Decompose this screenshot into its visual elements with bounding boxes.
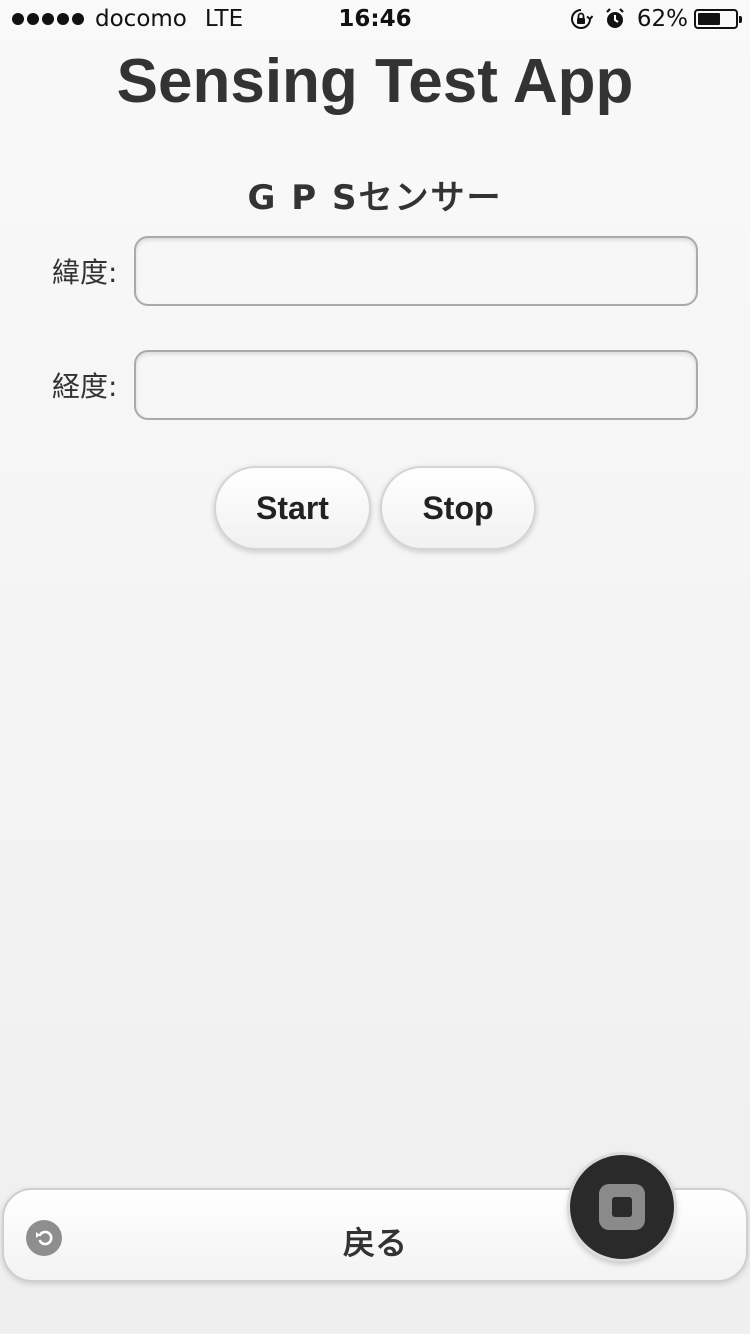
latitude-row: 緯度: [52,234,698,308]
start-button[interactable]: Start [214,466,371,550]
stop-icon [599,1184,645,1230]
alarm-icon [603,7,627,31]
latitude-input[interactable] [134,236,698,306]
stop-fab-button[interactable] [570,1155,674,1259]
longitude-row: 経度: [52,348,698,422]
status-right: 62% [569,6,742,32]
gps-section-title: G P Sセンサー [247,178,503,218]
orientation-lock-icon [569,7,593,31]
longitude-input[interactable] [134,350,698,420]
stop-button[interactable]: Stop [380,466,536,550]
battery-percent: 62% [636,6,688,32]
longitude-label: 経度: [52,370,118,403]
latitude-label: 緯度: [52,256,118,289]
battery-icon [694,9,742,29]
status-bar: docomo LTE 16:46 62% [0,0,750,40]
app-title: Sensing Test App [116,47,634,116]
